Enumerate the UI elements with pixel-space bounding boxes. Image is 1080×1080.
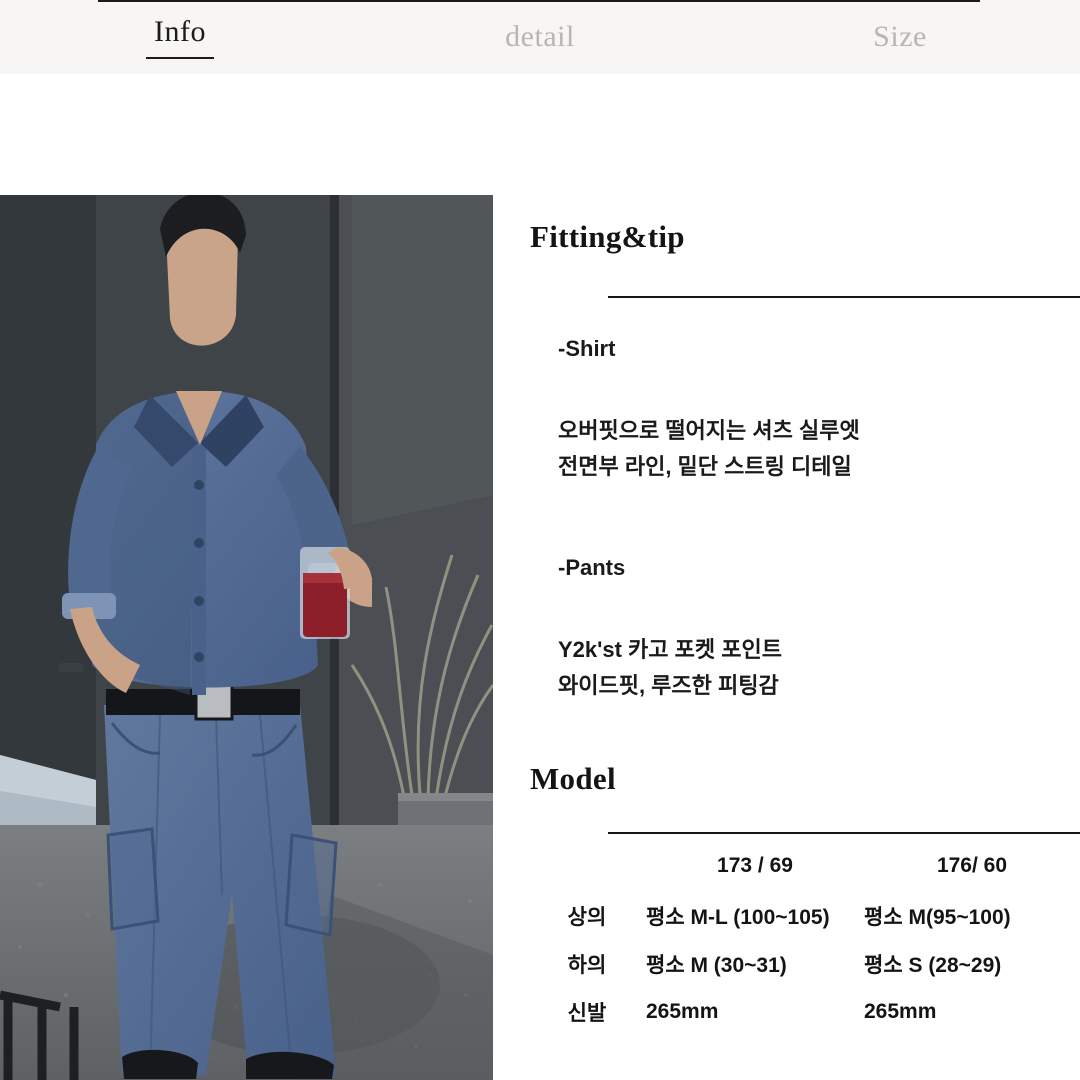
table-row: 신발 265mm 265mm xyxy=(528,988,1080,1036)
row-label-top: 상의 xyxy=(567,906,607,929)
tab-detail[interactable]: detail xyxy=(360,0,720,74)
row-label-bottom: 하의 xyxy=(567,954,607,977)
product-photo-illustration xyxy=(0,195,493,1080)
row-shoes-model-a: 265mm xyxy=(646,1000,719,1023)
shirt-heading: -Shirt xyxy=(558,336,616,361)
model-rule xyxy=(608,832,1080,834)
table-row: 하의 평소 M (30~31) 평소 S (28~29) xyxy=(528,940,1080,988)
fitting-tip-rule xyxy=(608,296,1080,298)
row-top-model-b: 평소 M(95~100) xyxy=(864,906,1011,929)
pants-description: Y2k'st 카고 포켓 포인트 와이드핏, 루즈한 피팅감 xyxy=(558,632,782,703)
model-spec-table: 173 / 69 176/ 60 상의 평소 M-L (100~105) 평소 … xyxy=(528,845,1080,1036)
tab-detail-label: detail xyxy=(505,20,575,53)
pants-description-line-2: 와이드핏, 루즈한 피팅감 xyxy=(558,672,779,698)
tab-bar: Info detail Size xyxy=(0,0,1080,74)
pants-heading: -Pants xyxy=(558,555,626,580)
shirt-description-line-2: 전면부 라인, 밑단 스트링 디테일 xyxy=(558,453,852,479)
table-row: 상의 평소 M-L (100~105) 평소 M(95~100) xyxy=(528,892,1080,940)
tab-size-label: Size xyxy=(873,20,927,53)
shirt-description-line-1: 오버핏으로 떨어지는 셔츠 실루엣 xyxy=(558,418,860,443)
tab-size[interactable]: Size xyxy=(720,0,1080,74)
fitting-tip-title: Fitting&tip xyxy=(530,219,685,254)
table-header-row: 173 / 69 176/ 60 xyxy=(528,845,1080,892)
tab-info-label: Info xyxy=(146,15,214,59)
model-header-a: 173 / 69 xyxy=(717,854,793,877)
tab-info[interactable]: Info xyxy=(0,0,360,74)
row-label-shoes: 신발 xyxy=(567,1002,607,1025)
model-title: Model xyxy=(530,761,616,796)
shirt-description: 오버핏으로 떨어지는 셔츠 실루엣 전면부 라인, 밑단 스트링 디테일 xyxy=(558,413,860,484)
row-bottom-model-b: 평소 S (28~29) xyxy=(864,954,1002,977)
model-header-blank xyxy=(528,845,646,892)
pants-description-line-1: Y2k'st 카고 포켓 포인트 xyxy=(558,637,782,662)
info-content: Fitting&tip -Shirt 오버핏으로 떨어지는 셔츠 실루엣 전면부… xyxy=(528,195,1080,1080)
row-bottom-model-a: 평소 M (30~31) xyxy=(646,954,787,977)
row-shoes-model-b: 265mm xyxy=(864,1000,937,1023)
product-photo xyxy=(0,195,493,1080)
row-top-model-a: 평소 M-L (100~105) xyxy=(646,906,830,929)
model-header-b: 176/ 60 xyxy=(936,854,1008,877)
